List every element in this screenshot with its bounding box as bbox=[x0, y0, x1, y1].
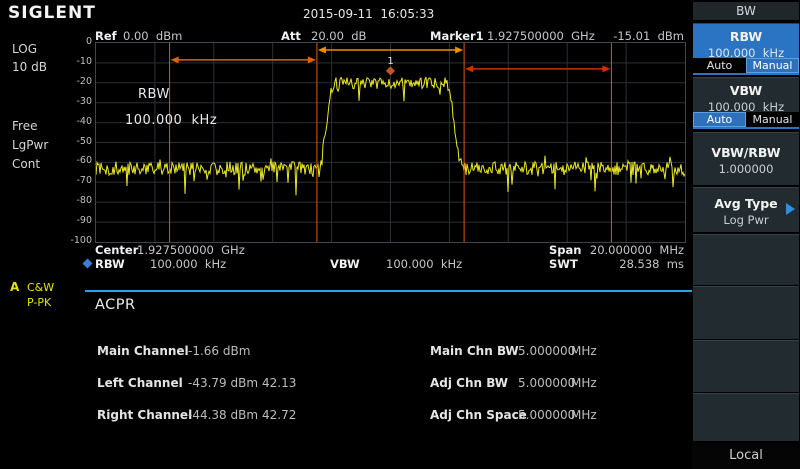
acpr-right-channel-value: -44.38 dBm bbox=[188, 408, 258, 422]
softkey-vbw-label: VBW bbox=[693, 83, 799, 98]
trace-id: A bbox=[10, 280, 19, 294]
vbw-value: 100.000 kHz bbox=[386, 257, 462, 271]
y-axis-tick-label: -60 bbox=[58, 155, 92, 166]
softkey-empty-4 bbox=[693, 393, 799, 441]
section-divider bbox=[85, 290, 692, 292]
softkey-empty-2 bbox=[693, 286, 799, 339]
marker-frequency: 1.927500000 GHz bbox=[487, 29, 595, 43]
softkey-avg-type[interactable]: Avg Type Log Pwr bbox=[693, 187, 799, 232]
ref-level-label: Ref bbox=[95, 29, 117, 43]
y-axis-tick-label: -70 bbox=[58, 175, 92, 186]
softkey-vbw-rbw-label: VBW/RBW bbox=[693, 145, 799, 160]
center-freq-value: 1.927500000 GHz bbox=[137, 243, 245, 257]
rbw-manual-option[interactable]: Manual bbox=[746, 58, 799, 73]
span-label: Span bbox=[549, 243, 581, 257]
y-axis-tick-label: -40 bbox=[58, 116, 92, 127]
rbw-auto-manual-toggle: Auto Manual bbox=[693, 58, 799, 75]
plot-rbw-overlay-label: RBW bbox=[138, 87, 170, 102]
vbw-auto-manual-toggle: Auto Manual bbox=[693, 112, 799, 129]
acpr-adj-chn-bw-label: Adj Chn BW bbox=[430, 376, 508, 390]
spectrum-analyzer-screen: SIGLENT 2015-09-11 16:05:33 Ref 0.00 dBm… bbox=[0, 0, 800, 469]
y-axis-tick-label: -10 bbox=[58, 56, 92, 67]
y-axis-tick-label: 0 bbox=[58, 36, 92, 47]
rbw-auto-option[interactable]: Auto bbox=[693, 58, 746, 73]
y-axis-tick-label: -90 bbox=[58, 215, 92, 226]
svg-text:1: 1 bbox=[387, 56, 393, 67]
acpr-adj-chn-bw-value: 5.000000 bbox=[518, 376, 575, 390]
rbw-label: RBW bbox=[95, 257, 125, 271]
acpr-left-channel-label: Left Channel bbox=[97, 376, 183, 390]
acpr-right-channel-ratio: 42.72 bbox=[262, 408, 296, 422]
rbw-value: 100.000 kHz bbox=[150, 257, 226, 271]
acpr-main-channel-label: Main Channel bbox=[97, 344, 189, 358]
y-axis-tick-label: -80 bbox=[58, 195, 92, 206]
y-axis-tick-label: -50 bbox=[58, 136, 92, 147]
softkey-avg-type-label: Avg Type bbox=[693, 196, 799, 211]
attenuation-value: 20.00 dB bbox=[311, 29, 366, 43]
marker-amplitude: -15.01 dBm bbox=[613, 29, 684, 43]
status-scale: 10 dB bbox=[12, 60, 47, 74]
vbw-auto-option[interactable]: Auto bbox=[693, 112, 746, 127]
acpr-adj-chn-space-label: Adj Chn Space bbox=[430, 408, 527, 422]
y-axis-tick-label: -30 bbox=[58, 96, 92, 107]
acpr-adj-chn-bw-unit: MHz bbox=[571, 376, 597, 390]
softkey-vbw-rbw-ratio[interactable]: VBW/RBW 1.000000 bbox=[693, 132, 799, 185]
softkey-empty-1 bbox=[693, 234, 799, 285]
y-axis-labels: 0-10-20-30-40-50-60-70-80-90-100 bbox=[58, 42, 92, 242]
coupled-marker-icon bbox=[83, 259, 93, 269]
softkey-rbw[interactable]: RBW 100.000 kHz bbox=[693, 23, 799, 59]
spectrum-plot: 1 RBW 100.000 kHz bbox=[95, 42, 686, 243]
softkey-avg-type-value: Log Pwr bbox=[693, 213, 799, 227]
acpr-left-channel-value: -43.79 dBm bbox=[188, 376, 258, 390]
y-axis-tick-label: -100 bbox=[58, 235, 92, 246]
brand-logo: SIGLENT bbox=[8, 3, 96, 23]
acpr-main-channel-value: -1.66 dBm bbox=[188, 344, 250, 358]
acpr-adj-chn-space-unit: MHz bbox=[571, 408, 597, 422]
local-status: Local bbox=[692, 443, 800, 469]
acpr-left-channel-ratio: 42.13 bbox=[262, 376, 296, 390]
acpr-main-chn-bw-unit: MHz bbox=[571, 344, 597, 358]
spectrum-trace-svg: 1 bbox=[96, 43, 685, 242]
center-freq-label: Center bbox=[95, 243, 138, 257]
acpr-right-channel-label: Right Channel bbox=[97, 408, 192, 422]
marker-label: Marker1 bbox=[430, 29, 484, 43]
attenuation-label: Att bbox=[281, 29, 301, 43]
y-axis-tick-label: -20 bbox=[58, 76, 92, 87]
menu-title: BW bbox=[693, 2, 799, 20]
acpr-main-chn-bw-value: 5.000000 bbox=[518, 344, 575, 358]
softkey-vbw-rbw-value: 1.000000 bbox=[693, 162, 799, 176]
vbw-manual-option[interactable]: Manual bbox=[746, 112, 799, 127]
span-value: 20.000000 MHz bbox=[590, 243, 684, 257]
submenu-arrow-icon bbox=[786, 203, 795, 215]
swt-label: SWT bbox=[549, 257, 578, 271]
swt-value: 28.538 ms bbox=[619, 257, 684, 271]
acpr-adj-chn-space-value: 5.000000 bbox=[518, 408, 575, 422]
status-trigger: Free bbox=[12, 119, 37, 133]
softkey-rbw-label: RBW bbox=[693, 29, 799, 44]
status-avg-type: LgPwr bbox=[12, 138, 48, 152]
softkey-menu: BW RBW 100.000 kHz Auto Manual VBW 100.0… bbox=[692, 0, 800, 469]
trace-mode: C&W bbox=[27, 281, 54, 294]
ref-level-value: 0.00 dBm bbox=[123, 29, 182, 43]
detector-mode: P-PK bbox=[27, 296, 51, 309]
datetime-display: 2015-09-11 16:05:33 bbox=[303, 7, 434, 21]
plot-rbw-overlay-value: 100.000 kHz bbox=[125, 113, 217, 128]
acpr-main-chn-bw-label: Main Chn BW bbox=[430, 344, 519, 358]
vbw-label: VBW bbox=[330, 257, 360, 271]
softkey-vbw[interactable]: VBW 100.000 kHz bbox=[693, 77, 799, 113]
status-scale-type: LOG bbox=[12, 42, 37, 56]
status-sweep-mode: Cont bbox=[12, 157, 40, 171]
acpr-title: ACPR bbox=[95, 297, 136, 313]
softkey-empty-3 bbox=[693, 340, 799, 392]
